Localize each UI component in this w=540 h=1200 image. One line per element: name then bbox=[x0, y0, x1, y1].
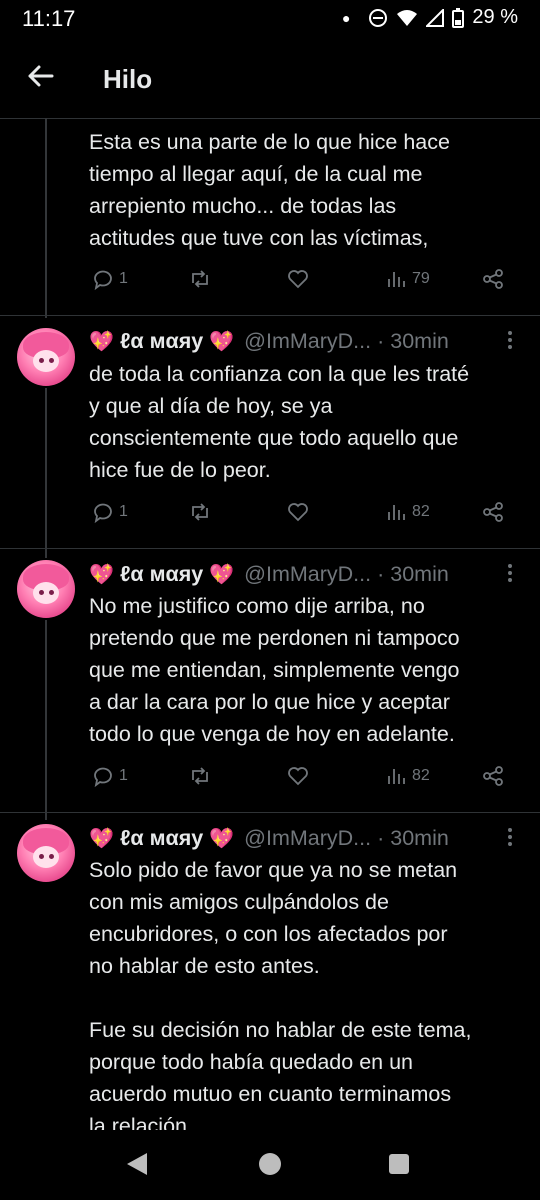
tweet-time[interactable]: 30min bbox=[390, 329, 449, 354]
nav-home-icon[interactable] bbox=[259, 1153, 281, 1175]
retweet-icon bbox=[192, 767, 208, 785]
sparkling-heart-emoji: 💖 bbox=[209, 827, 235, 850]
battery-icon bbox=[452, 7, 465, 28]
more-options-icon[interactable] bbox=[500, 822, 520, 852]
avatar[interactable] bbox=[17, 560, 75, 618]
battery-percent: 29 % bbox=[472, 6, 518, 28]
tweet-header: 💖 ℓα мαяу 💖 @ImMaryD... · 30min bbox=[89, 325, 519, 357]
views-icon bbox=[388, 272, 405, 287]
tweet-actions: 1 82 bbox=[89, 500, 509, 530]
tweet-time[interactable]: 30min bbox=[390, 826, 449, 851]
views-count: 82 bbox=[412, 767, 430, 784]
sparkling-heart-emoji: 💖 bbox=[89, 330, 114, 353]
share-icon bbox=[483, 269, 503, 289]
like-button[interactable] bbox=[286, 764, 310, 788]
separator: · bbox=[377, 561, 385, 586]
reply-count: 1 bbox=[119, 767, 128, 784]
share-button[interactable] bbox=[481, 500, 505, 524]
notification-dot-icon: ● bbox=[341, 9, 351, 26]
user-handle[interactable]: @ImMaryD... bbox=[244, 562, 371, 587]
thread-connector bbox=[45, 118, 47, 318]
reply-button[interactable]: 1 bbox=[91, 500, 128, 524]
like-button[interactable] bbox=[286, 267, 310, 291]
status-bar: 11:17 ● 29 % bbox=[0, 0, 540, 40]
tweet-text: Esta es una parte de lo que hice hace ti… bbox=[89, 130, 450, 250]
back-arrow-icon[interactable] bbox=[22, 58, 58, 94]
retweet-button[interactable] bbox=[188, 267, 212, 291]
reply-icon bbox=[94, 503, 112, 524]
avatar[interactable] bbox=[17, 824, 75, 882]
more-options-icon[interactable] bbox=[500, 325, 520, 355]
thread-connector bbox=[45, 620, 47, 820]
tweet-time[interactable]: 30min bbox=[390, 562, 449, 587]
sparkling-heart-emoji: 💖 bbox=[89, 563, 114, 586]
retweet-icon bbox=[192, 270, 208, 288]
do-not-disturb-icon bbox=[369, 8, 388, 27]
signal-icon bbox=[426, 8, 445, 27]
views-button[interactable]: 82 bbox=[384, 764, 430, 788]
divider bbox=[0, 315, 540, 316]
views-button[interactable]: 79 bbox=[384, 267, 430, 291]
heart-icon bbox=[288, 767, 308, 786]
status-icons: ● 29 % bbox=[342, 6, 518, 29]
share-button[interactable] bbox=[481, 267, 505, 291]
reply-count: 1 bbox=[119, 503, 128, 520]
wifi-icon bbox=[397, 9, 418, 26]
divider bbox=[0, 812, 540, 813]
display-name[interactable]: ℓα мαяу bbox=[120, 826, 203, 851]
avatar[interactable] bbox=[17, 328, 75, 386]
nav-back-icon[interactable] bbox=[127, 1153, 147, 1175]
display-name[interactable]: ℓα мαяу bbox=[120, 329, 203, 354]
thread-connector bbox=[45, 388, 47, 558]
tweet-header: 💖 ℓα мαяу 💖 @ImMaryD... · 30min bbox=[89, 558, 519, 590]
share-icon bbox=[483, 766, 503, 786]
views-icon bbox=[388, 505, 405, 520]
views-icon bbox=[388, 769, 405, 784]
reply-icon bbox=[94, 767, 112, 788]
tweet-actions: 1 79 bbox=[89, 267, 509, 297]
views-count: 82 bbox=[412, 503, 430, 520]
page-title: Hilo bbox=[103, 64, 153, 94]
user-handle[interactable]: @ImMaryD... bbox=[244, 826, 371, 851]
heart-icon bbox=[288, 503, 308, 522]
separator: · bbox=[377, 328, 385, 353]
thread-timeline[interactable]: Esta es una parte de lo que hice hace ti… bbox=[0, 118, 540, 1130]
retweet-button[interactable] bbox=[188, 764, 212, 788]
display-name[interactable]: ℓα мαяу bbox=[120, 562, 203, 587]
retweet-icon bbox=[192, 503, 208, 521]
tweet-header: 💖 ℓα мαяу 💖 @ImMaryD... · 30min bbox=[89, 822, 519, 854]
like-button[interactable] bbox=[286, 500, 310, 524]
reply-button[interactable]: 1 bbox=[91, 267, 128, 291]
thread-header: Hilo bbox=[0, 40, 540, 119]
reply-count: 1 bbox=[119, 270, 128, 287]
share-icon bbox=[483, 502, 503, 522]
user-handle[interactable]: @ImMaryD... bbox=[244, 329, 371, 354]
tweet-text: de toda la confianza con la que les trat… bbox=[89, 362, 470, 482]
views-count: 79 bbox=[412, 270, 430, 287]
views-button[interactable]: 82 bbox=[384, 500, 430, 524]
tweet-text: No me justifico como dije arriba, no pre… bbox=[89, 594, 460, 746]
nav-recents-icon[interactable] bbox=[389, 1154, 409, 1174]
sparkling-heart-emoji: 💖 bbox=[209, 330, 235, 353]
status-time: 11:17 bbox=[22, 6, 76, 31]
tweet-text: Solo pido de favor que ya no se metan co… bbox=[89, 858, 472, 1130]
more-options-icon[interactable] bbox=[500, 558, 520, 588]
retweet-button[interactable] bbox=[188, 500, 212, 524]
sparkling-heart-emoji: 💖 bbox=[89, 827, 114, 850]
divider bbox=[0, 548, 540, 549]
reply-button[interactable]: 1 bbox=[91, 764, 128, 788]
sparkling-heart-emoji: 💖 bbox=[209, 563, 235, 586]
system-nav-bar bbox=[0, 1130, 540, 1200]
reply-icon bbox=[94, 270, 112, 291]
heart-icon bbox=[288, 270, 308, 289]
tweet-actions: 1 82 bbox=[89, 764, 509, 794]
share-button[interactable] bbox=[481, 764, 505, 788]
separator: · bbox=[377, 825, 385, 850]
